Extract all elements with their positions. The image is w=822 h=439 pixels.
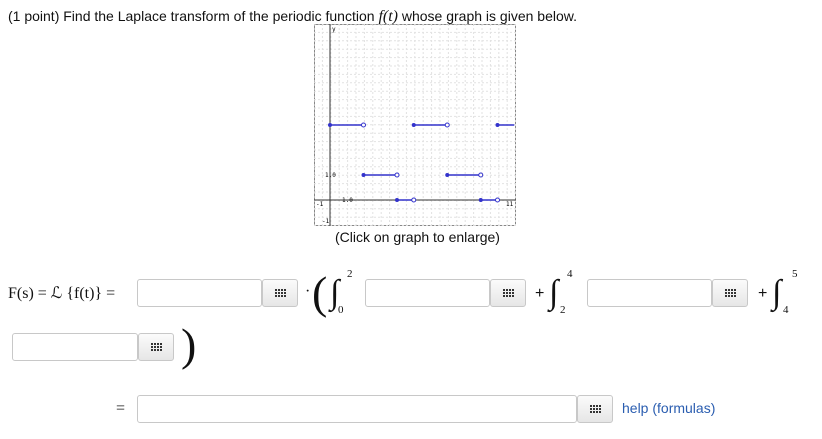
integral-3-lower: 4	[783, 304, 789, 316]
answer-input-3[interactable]	[587, 279, 712, 307]
closed-endpoint	[395, 198, 399, 202]
closed-endpoint	[328, 123, 332, 127]
grid-palette-icon	[724, 289, 736, 297]
closed-endpoint	[411, 123, 416, 127]
integral-2-lower: 2	[560, 304, 566, 316]
grid-palette-icon	[502, 289, 514, 297]
x-tick-label: 1.0	[342, 197, 353, 204]
graph-caption[interactable]: (Click on graph to enlarge)	[335, 229, 500, 245]
open-paren: (	[312, 267, 328, 318]
y-min-label: -1	[322, 218, 330, 225]
multiply-dot: ·	[305, 283, 311, 300]
integral-sign-3: ∫	[772, 274, 782, 311]
answer-input-1[interactable]	[137, 279, 262, 307]
answer-input-final[interactable]	[137, 395, 577, 423]
integral-3-upper: 5	[792, 268, 798, 280]
y-axis-label: y	[332, 26, 336, 33]
y-tick-label: 1.0	[325, 172, 336, 179]
integral-1-lower: 0	[338, 304, 344, 316]
graph-svg[interactable]: y -1 11 -1 1.0 1.0	[313, 23, 517, 227]
closed-endpoint	[478, 198, 483, 202]
open-endpoint	[361, 122, 366, 128]
open-endpoint	[478, 172, 484, 178]
grid-palette-icon	[150, 343, 162, 351]
plus-sign-2: +	[758, 285, 768, 302]
prompt-function: f(t)	[378, 8, 398, 25]
open-endpoint	[444, 122, 450, 128]
palette-button-1[interactable]	[262, 279, 298, 307]
equals-sign: =	[116, 400, 126, 417]
open-endpoint	[411, 197, 417, 203]
palette-button-final[interactable]	[577, 395, 613, 423]
plus-sign-1: +	[535, 285, 545, 302]
answer-input-2[interactable]	[365, 279, 490, 307]
equation-lhs: F(s) = ℒ {f(t)} =	[8, 285, 116, 302]
prompt-prefix: (1 point) Find the Laplace transform of …	[8, 8, 375, 24]
function-graph[interactable]: y -1 11 -1 1.0 1.0	[313, 23, 517, 227]
close-paren: )	[181, 319, 197, 370]
x-max-label: 11	[506, 201, 514, 208]
integral-1-upper: 2	[347, 268, 353, 280]
grid-palette-icon	[589, 405, 601, 413]
x-min-label: -1	[316, 201, 324, 208]
open-endpoint	[394, 172, 400, 178]
open-endpoint	[495, 197, 500, 203]
prompt-suffix: whose graph is given below.	[401, 8, 577, 24]
integral-sign-2: ∫	[549, 274, 559, 311]
grid-palette-icon	[274, 289, 286, 297]
palette-button-2[interactable]	[490, 279, 526, 307]
palette-button-4[interactable]	[138, 333, 174, 361]
closed-endpoint	[361, 173, 366, 177]
closed-endpoint	[445, 173, 450, 177]
help-formulas-link[interactable]: help (formulas)	[622, 400, 715, 416]
closed-endpoint	[495, 123, 500, 127]
palette-button-3[interactable]	[712, 279, 748, 307]
answer-input-4[interactable]	[12, 333, 138, 361]
integral-2-upper: 4	[567, 268, 573, 280]
